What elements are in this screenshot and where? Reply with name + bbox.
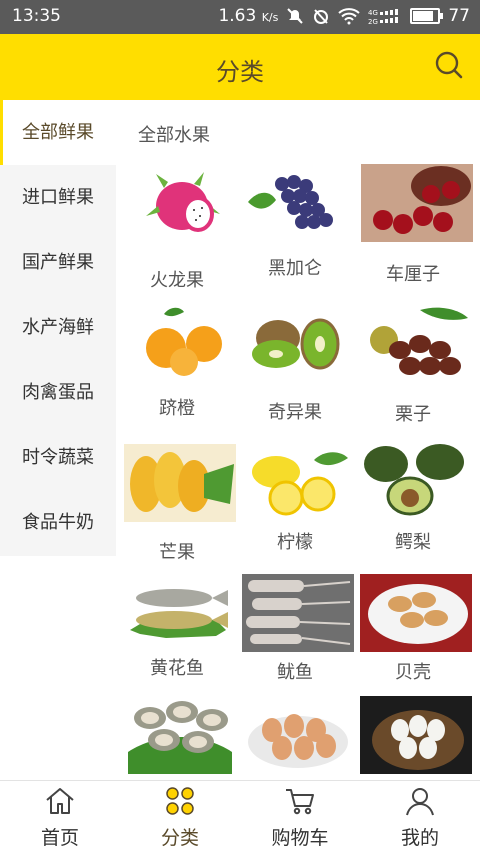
chestnut-image [360,304,472,382]
product-item-dragon-fruit[interactable]: 火龙果 [118,162,236,292]
product-item-orange[interactable]: 跻橙 [118,302,236,432]
cherry-image [361,164,473,242]
egg-basket-image [360,696,472,774]
croaker-fish-image [124,574,236,652]
user-icon [406,788,434,816]
sidebar-item-imported-fruit[interactable]: 进口鲜果 [0,165,116,230]
kiwi-image [242,304,354,382]
battery-percent: 77 [448,6,470,26]
cart-icon [286,789,314,815]
product-name: 贝壳 [395,662,431,683]
search-button[interactable] [434,50,464,80]
sidebar-item-label: 进口鲜果 [22,187,94,208]
product-name: 跻橙 [159,398,195,419]
product-name: 栗子 [395,404,431,425]
svg-text:2G: 2G [368,18,378,25]
avocado-image [360,444,472,522]
status-indicators: 1.63 K/s 4G 2G 77 [218,6,470,26]
dragon-fruit-image [124,164,236,242]
product-item-blackcurrant[interactable]: 黑加仑 [236,162,354,292]
network-speed-unit: K/s [261,11,279,24]
sidebar-item-label: 时令蔬菜 [22,447,94,468]
sidebar-item-label: 食品牛奶 [22,512,94,533]
product-item-lemon[interactable]: 柠檬 [236,442,354,572]
product-name: 火龙果 [150,270,204,291]
tab-label: 我的 [400,827,439,849]
product-name: 黄花鱼 [150,658,204,679]
product-item-mango[interactable]: 芒果 [118,442,236,572]
wifi-icon [338,8,361,25]
product-item-egg-basket[interactable] [354,694,472,780]
page-title: 分类 [216,58,264,86]
product-grid: 火龙果 黑加仑 车厘子 跻橙 奇异果 栗子 芒果 柠檬 鳄梨 黄花鱼 鱿鱼 贝壳 [118,162,480,780]
product-item-cherry[interactable]: 车厘子 [354,162,473,292]
sidebar-item-label: 肉禽蛋品 [22,382,94,403]
mango-image [124,444,236,522]
sidebar-item-all-fresh-fruit[interactable]: 全部鲜果 [0,100,116,165]
oyster-image [124,696,236,774]
tab-label: 购物车 [271,827,329,849]
tab-home[interactable]: 首页 [0,781,120,854]
search-icon [435,51,463,79]
svg-text:4G: 4G [368,9,378,17]
product-name: 鱿鱼 [277,662,313,683]
status-time: 13:35 [12,6,61,26]
product-item-oyster[interactable] [118,694,236,780]
mute-icon [287,8,304,24]
tab-label: 分类 [160,827,199,849]
bottom-tab-bar: 首页 分类 购物车 我的 [0,780,480,854]
product-item-avocado[interactable]: 鳄梨 [354,442,472,572]
product-item-kiwi[interactable]: 奇异果 [236,302,354,432]
product-item-shellfish[interactable]: 贝壳 [354,572,472,702]
product-name: 柠檬 [277,532,313,553]
network-speed: 1.63 K/s [218,6,278,26]
sidebar-item-seafood[interactable]: 水产海鲜 [0,295,116,360]
cellular-signal-icon: 4G2G [368,9,399,25]
tab-label: 首页 [40,827,79,849]
category-icon [166,787,194,815]
sidebar-item-label: 水产海鲜 [22,317,94,338]
product-item-chestnut[interactable]: 栗子 [354,302,472,432]
product-name: 鳄梨 [395,532,431,553]
sidebar-item-vegetables[interactable]: 时令蔬菜 [0,425,116,490]
blackcurrant-image [242,164,354,242]
product-name: 芒果 [159,542,195,563]
shellfish-image [360,574,472,652]
sidebar-item-domestic-fruit[interactable]: 国产鲜果 [0,230,116,295]
alarm-icon [314,9,329,24]
app-bar: 分类 [0,34,480,100]
battery-fill [413,11,434,21]
orange-image [124,304,236,382]
status-bar: 13:35 1.63 K/s 4G 2G 77 [0,0,480,34]
squid-image [242,574,354,652]
battery-icon [410,8,444,24]
sidebar-item-meat-eggs[interactable]: 肉禽蛋品 [0,360,116,425]
tab-cart[interactable]: 购物车 [240,781,360,854]
product-item-croaker-fish[interactable]: 黄花鱼 [118,572,236,702]
tab-category[interactable]: 分类 [120,781,240,854]
home-icon [46,788,74,814]
subcategory-title: 全部水果 [138,125,210,146]
egg-image [242,696,354,774]
product-item-squid[interactable]: 鱿鱼 [236,572,354,702]
product-name: 车厘子 [386,264,440,285]
sidebar-item-label: 全部鲜果 [22,122,94,143]
sidebar-item-food-milk[interactable]: 食品牛奶 [0,490,116,555]
product-name: 奇异果 [268,402,322,423]
product-item-egg[interactable] [236,694,354,780]
lemon-image [242,444,354,522]
sidebar-item-label: 国产鲜果 [22,252,94,273]
category-sidebar: 全部鲜果 进口鲜果 国产鲜果 水产海鲜 肉禽蛋品 时令蔬菜 食品牛奶 [0,100,116,556]
network-speed-value: 1.63 [218,6,257,26]
product-name: 黑加仑 [268,258,322,279]
tab-profile[interactable]: 我的 [360,781,480,854]
